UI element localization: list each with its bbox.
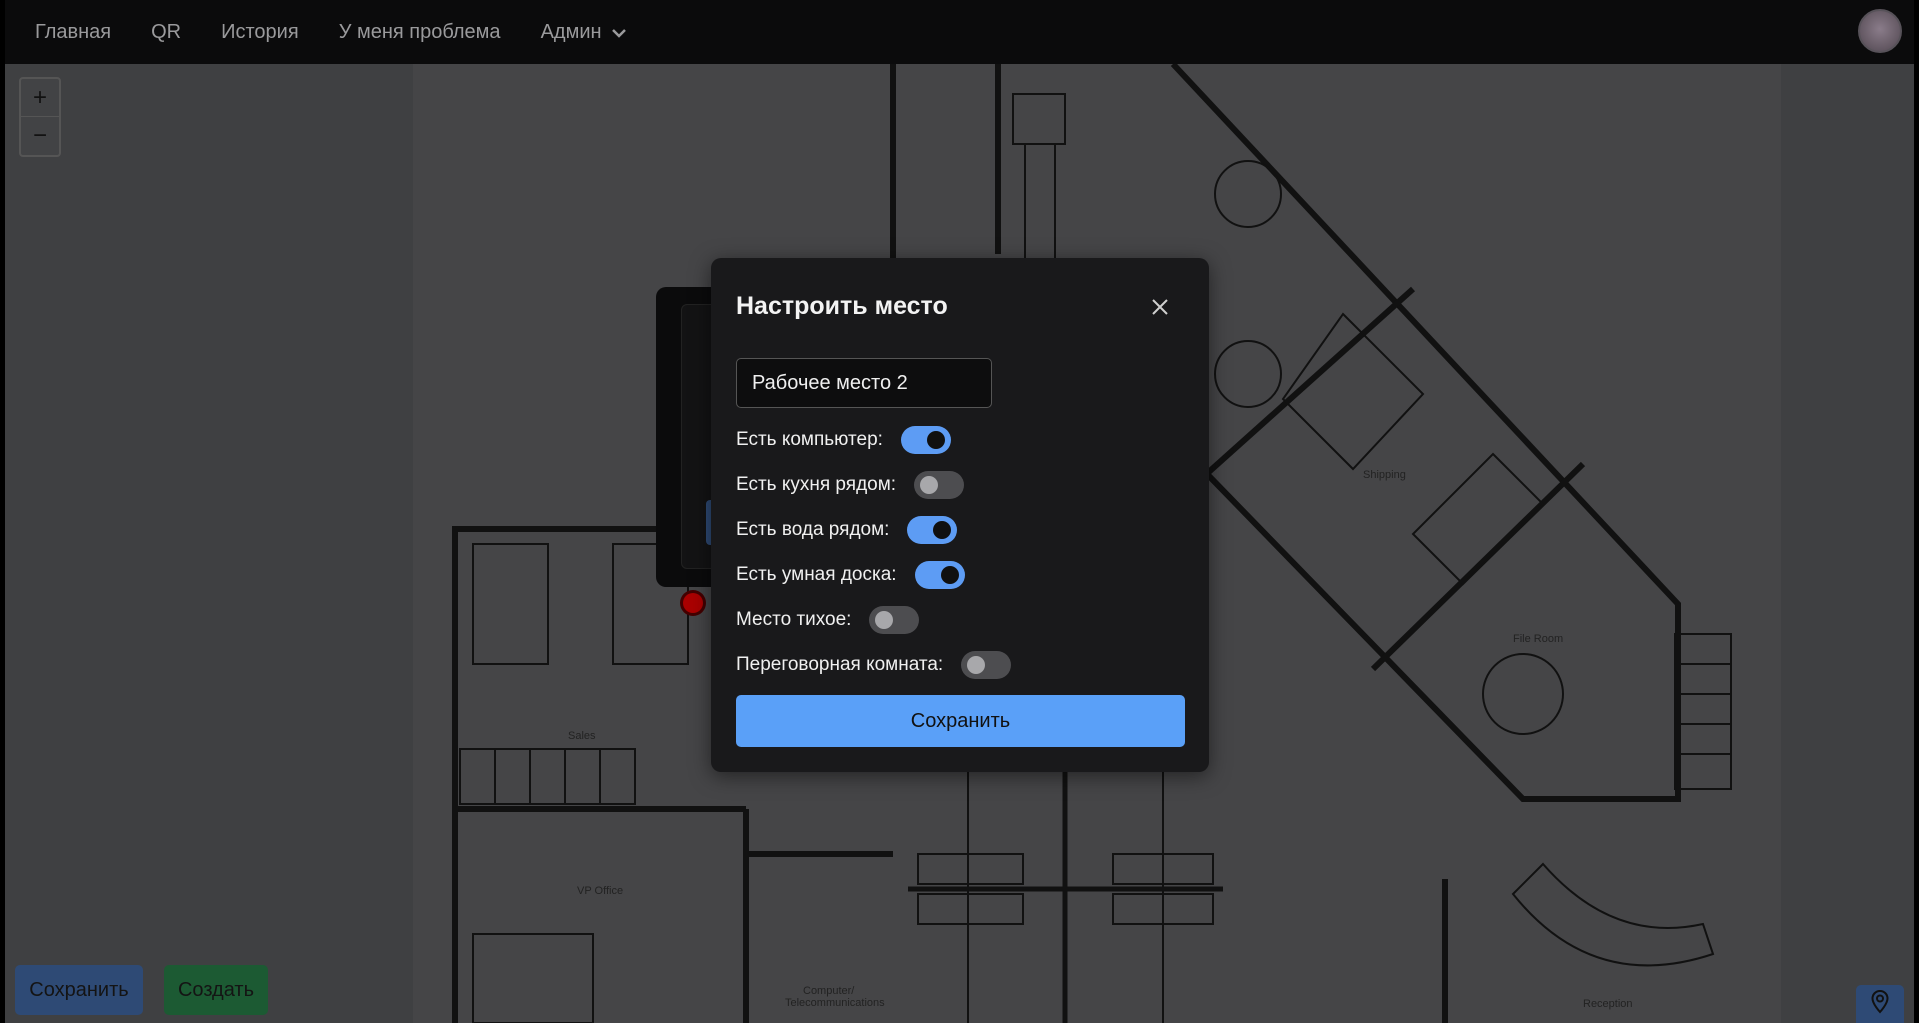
toggle-knob bbox=[967, 656, 986, 674]
modal-title: Настроить место bbox=[736, 292, 948, 320]
option-row-has-smartboard: Есть умная доска: bbox=[736, 560, 965, 590]
option-label-quiet-place: Место тихое: bbox=[736, 609, 852, 630]
nav-admin-label: Админ bbox=[540, 20, 602, 43]
option-row-quiet-place: Место тихое: bbox=[736, 605, 920, 635]
close-icon[interactable] bbox=[1147, 294, 1173, 320]
toggle-knob bbox=[926, 431, 945, 449]
option-row-has-kitchen: Есть кухня рядом: bbox=[736, 470, 965, 500]
label-vp-office: VP Office bbox=[577, 885, 623, 897]
zoom-in-button[interactable]: + bbox=[21, 79, 59, 116]
toggle-quiet-place[interactable] bbox=[869, 606, 920, 634]
nav-qr[interactable]: QR bbox=[151, 21, 181, 44]
location-pin-icon bbox=[1871, 989, 1889, 1019]
toggle-has-computer[interactable] bbox=[900, 426, 951, 454]
toggle-meeting-room[interactable] bbox=[961, 651, 1012, 679]
nav-admin-dropdown[interactable]: Админ bbox=[541, 21, 626, 44]
create-button[interactable]: Создать bbox=[164, 965, 268, 1015]
place-name-input[interactable] bbox=[736, 358, 992, 408]
option-label-has-smartboard: Есть умная доска: bbox=[736, 564, 897, 585]
chevron-down-icon bbox=[611, 21, 626, 44]
label-computer-2: Telecommunications bbox=[785, 997, 885, 1009]
option-row-has-computer: Есть компьютер: bbox=[736, 425, 951, 455]
option-label-has-water: Есть вода рядом: bbox=[736, 519, 890, 540]
modal-save-button[interactable]: Сохранить bbox=[736, 695, 1185, 747]
toggle-knob bbox=[933, 521, 952, 539]
configure-place-modal: Настроить место Есть компьютер: Есть кухн… bbox=[711, 258, 1209, 772]
save-button[interactable]: Сохранить bbox=[15, 965, 143, 1015]
toggle-has-water[interactable] bbox=[907, 516, 958, 544]
toggle-knob bbox=[920, 476, 939, 494]
option-label-has-kitchen: Есть кухня рядом: bbox=[736, 474, 897, 495]
nav-home[interactable]: Главная bbox=[35, 21, 111, 44]
toggle-has-smartboard[interactable] bbox=[914, 561, 965, 589]
zoom-control: + − bbox=[19, 77, 61, 157]
toggle-has-kitchen[interactable] bbox=[914, 471, 965, 499]
location-button[interactable] bbox=[1856, 985, 1904, 1023]
workplace-marker[interactable] bbox=[683, 593, 703, 613]
frame-right bbox=[1914, 0, 1919, 1023]
toggle-knob bbox=[875, 611, 894, 629]
label-reception: Reception bbox=[1583, 998, 1633, 1010]
label-shipping: Shipping bbox=[1363, 469, 1406, 481]
nav-history[interactable]: История bbox=[221, 21, 299, 44]
option-row-meeting-room: Переговорная комната: bbox=[736, 650, 1012, 680]
label-sales: Sales bbox=[568, 730, 596, 742]
option-row-has-water: Есть вода рядом: bbox=[736, 515, 958, 545]
option-label-has-computer: Есть компьютер: bbox=[736, 429, 883, 450]
nav-problem[interactable]: У меня проблема bbox=[339, 21, 501, 44]
label-computer-1: Computer/ bbox=[803, 985, 855, 997]
toggle-knob bbox=[940, 566, 959, 584]
top-navbar: Главная QR История У меня проблема Админ bbox=[5, 0, 1914, 64]
label-file-room: File Room bbox=[1513, 633, 1563, 645]
zoom-out-button[interactable]: − bbox=[21, 116, 59, 154]
user-avatar[interactable] bbox=[1858, 9, 1902, 53]
option-label-meeting-room: Переговорная комната: bbox=[736, 654, 944, 675]
